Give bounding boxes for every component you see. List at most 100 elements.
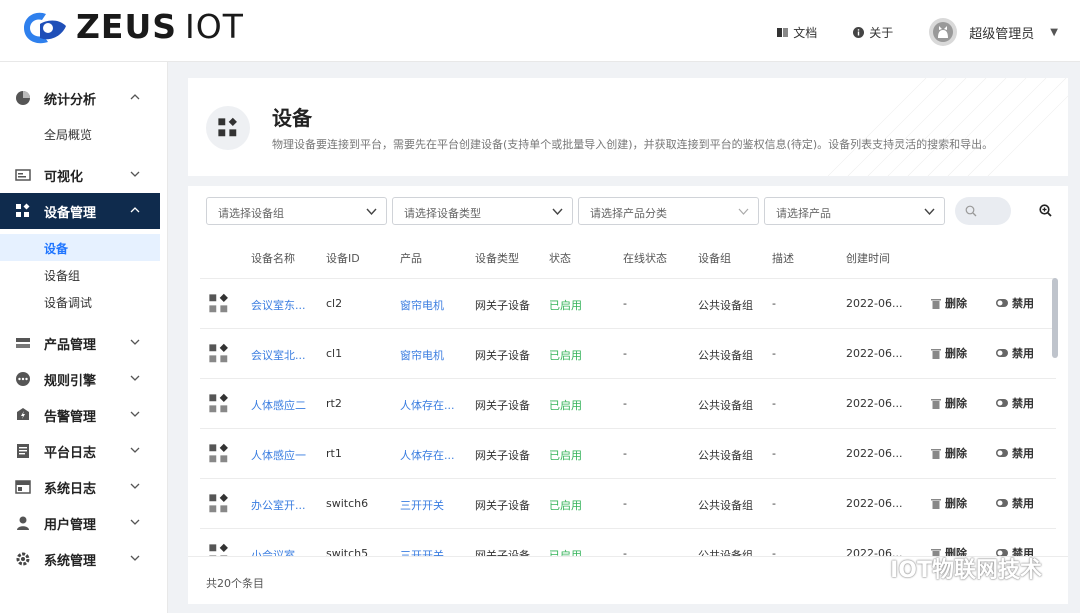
- chevron-down-icon: [130, 447, 140, 453]
- trash-icon: [931, 448, 941, 459]
- cell-name[interactable]: 办公室开...: [251, 497, 306, 513]
- chevron-down-icon: [924, 208, 935, 216]
- cell-name[interactable]: 人体感应二: [251, 397, 306, 413]
- cell-group: 公共设备组: [698, 499, 753, 512]
- disable-button[interactable]: 禁用: [996, 445, 1034, 461]
- avatar[interactable]: [929, 18, 958, 46]
- device-type-select[interactable]: 请选择设备类型: [392, 197, 573, 225]
- platform-log-icon: [17, 444, 29, 458]
- delete-label: 删除: [945, 347, 967, 360]
- about-label: 关于: [869, 25, 894, 40]
- sidebar-item-label: 产品管理: [44, 338, 97, 353]
- disable-button[interactable]: 禁用: [996, 295, 1034, 311]
- sidebar-subitem-devices[interactable]: 设备: [0, 234, 160, 261]
- toggle-icon: [996, 499, 1008, 507]
- watermark: IOT物联网技术: [864, 552, 1042, 584]
- device-icon: [209, 443, 228, 463]
- zoom-in-icon[interactable]: [1039, 204, 1052, 217]
- sidebar-item-label: 用户管理: [44, 518, 97, 533]
- cell-product[interactable]: 三开开关: [400, 497, 444, 513]
- cell-status: 已启用: [549, 449, 582, 462]
- sidebar-item-system-log[interactable]: 系统日志: [0, 469, 160, 505]
- cell-name[interactable]: 会议室东...: [251, 297, 306, 313]
- table-row[interactable]: 办公室开... switch6 三开开关 网关子设备 已启用 - 公共设备组 - 2022-06…: [200, 478, 1056, 528]
- sidebar-item-users[interactable]: 用户管理: [0, 505, 160, 541]
- cell-product[interactable]: 窗帘电机: [400, 297, 444, 313]
- sidebar-item-rules[interactable]: 规则引擎: [0, 361, 160, 397]
- delete-button[interactable]: 删除: [931, 395, 967, 411]
- toggle-icon: [996, 349, 1008, 357]
- cell-product[interactable]: 窗帘电机: [400, 347, 444, 363]
- product-category-select[interactable]: 请选择产品分类: [578, 197, 759, 225]
- table-row[interactable]: 人体感应一 rt1 人体存在... 网关子设备 已启用 - 公共设备组 - 2022-06...…: [200, 428, 1056, 478]
- column-header[interactable]: 在线状态: [623, 250, 667, 266]
- logo[interactable]: ZEUS IOT: [18, 6, 244, 46]
- logo-main-text: ZEUS: [76, 6, 178, 46]
- delete-button[interactable]: 删除: [931, 295, 967, 311]
- sidebar-item-alarms[interactable]: 告警管理: [0, 397, 160, 433]
- cell-name[interactable]: 人体感应一: [251, 447, 306, 463]
- cell-product[interactable]: 人体存在...: [400, 397, 455, 413]
- column-header[interactable]: 状态: [549, 250, 571, 266]
- cell-created: 2022-06...: [846, 297, 903, 310]
- docs-label: 文档: [793, 25, 818, 40]
- username[interactable]: 超级管理员: [969, 23, 1034, 42]
- cell-name[interactable]: 会议室北...: [251, 347, 306, 363]
- sidebar-item-products[interactable]: 产品管理: [0, 325, 160, 361]
- delete-button[interactable]: 删除: [931, 445, 967, 461]
- user-icon: [17, 516, 29, 530]
- search-input[interactable]: [955, 197, 1011, 225]
- disable-button[interactable]: 禁用: [996, 395, 1034, 411]
- device-group-select[interactable]: 请选择设备组: [206, 197, 387, 225]
- delete-button[interactable]: 删除: [931, 495, 967, 511]
- sidebar-item-stats[interactable]: 统计分析: [0, 80, 160, 116]
- column-header[interactable]: 设备组: [698, 250, 731, 266]
- cell-created: 2022-06...: [846, 447, 903, 460]
- trash-icon: [931, 298, 941, 309]
- table-row[interactable]: 会议室东... cl2 窗帘电机 网关子设备 已启用 - 公共设备组 - 2022-06... 删…: [200, 278, 1056, 328]
- cell-id: rt1: [326, 447, 342, 460]
- table-row[interactable]: 会议室北... cl1 窗帘电机 网关子设备 已启用 - 公共设备组 - 2022-06... 删…: [200, 328, 1056, 378]
- chevron-down-icon: [130, 483, 140, 489]
- dashboard-icon: [15, 169, 31, 181]
- sidebar-item-platform-log[interactable]: 平台日志: [0, 433, 160, 469]
- scrollbar[interactable]: [1052, 278, 1058, 358]
- sidebar-subitem-label: 设备组: [44, 269, 81, 283]
- cell-group: 公共设备组: [698, 299, 753, 312]
- chevron-down-icon: [130, 519, 140, 525]
- select-placeholder: 请选择设备类型: [404, 207, 481, 220]
- sidebar-item-device-management[interactable]: 设备管理: [0, 193, 160, 229]
- wechat-icon: [864, 559, 890, 577]
- cell-id: cl1: [326, 347, 343, 360]
- about-link[interactable]: 关于: [853, 24, 893, 41]
- column-header[interactable]: 描述: [772, 250, 794, 266]
- chevron-down-icon: [130, 339, 140, 345]
- column-header[interactable]: 设备ID: [326, 250, 360, 266]
- page-header: 设备 物理设备要连接到平台，需要先在平台创建设备(支持单个或批量导入创建)，并获…: [188, 78, 1068, 176]
- column-header[interactable]: 创建时间: [846, 250, 890, 266]
- disable-button[interactable]: 禁用: [996, 495, 1034, 511]
- column-header[interactable]: 设备名称: [251, 250, 295, 266]
- cell-type: 网关子设备: [475, 499, 530, 512]
- sidebar-item-visualization[interactable]: 可视化: [0, 157, 160, 193]
- disable-label: 禁用: [1012, 447, 1034, 460]
- sidebar-subitem-device-groups[interactable]: 设备组: [0, 261, 160, 288]
- cell-id: cl2: [326, 297, 343, 310]
- column-header[interactable]: 设备类型: [475, 250, 519, 266]
- cell-status: 已启用: [549, 499, 582, 512]
- chevron-down-icon[interactable]: ▼: [1050, 27, 1058, 38]
- docs-link[interactable]: 文档: [777, 24, 817, 41]
- sidebar-item-system[interactable]: 系统管理: [0, 541, 160, 577]
- cell-created: 2022-06...: [846, 497, 903, 510]
- disable-button[interactable]: 禁用: [996, 345, 1034, 361]
- delete-button[interactable]: 删除: [931, 345, 967, 361]
- sidebar-subitem-device-debug[interactable]: 设备调试: [0, 288, 160, 315]
- sidebar-subitem-overview[interactable]: 全局概览: [0, 120, 160, 147]
- device-icon: [209, 343, 228, 363]
- cell-product[interactable]: 人体存在...: [400, 447, 455, 463]
- table-row[interactable]: 人体感应二 rt2 人体存在... 网关子设备 已启用 - 公共设备组 - 2022-06...…: [200, 378, 1056, 428]
- column-header[interactable]: 产品: [400, 250, 422, 266]
- toggle-icon: [996, 399, 1008, 407]
- top-bar: ZEUS IOT 文档 关于 超级管理员 ▼: [0, 0, 1080, 62]
- product-select[interactable]: 请选择产品: [764, 197, 945, 225]
